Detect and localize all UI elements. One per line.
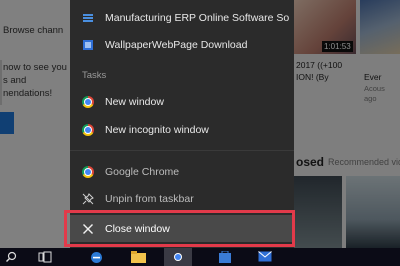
jump-list-item-new-window[interactable]: New window xyxy=(70,90,294,114)
chrome-icon xyxy=(82,166,94,178)
jump-list-item-pinned[interactable]: Manufacturing ERP Online Software So... xyxy=(70,6,294,30)
chrome-icon xyxy=(82,96,94,108)
page-icon xyxy=(83,40,93,50)
jump-list-item-new-incognito-window[interactable]: New incognito window xyxy=(70,118,294,142)
jump-list-item-unpin[interactable]: Unpin from taskbar xyxy=(70,187,294,211)
jump-list-label: WallpaperWebPage Download xyxy=(105,39,248,51)
taskbar xyxy=(0,248,400,266)
chrome-icon xyxy=(82,124,94,136)
tasks-header: Tasks xyxy=(82,70,107,81)
jump-list-label: Google Chrome xyxy=(105,166,180,178)
file-explorer-icon[interactable] xyxy=(131,251,146,263)
jump-list-label: New incognito window xyxy=(105,124,209,136)
edge-icon[interactable] xyxy=(90,251,103,264)
search-icon[interactable] xyxy=(5,251,17,263)
store-icon[interactable] xyxy=(218,251,232,263)
unpin-icon xyxy=(82,193,94,205)
list-icon xyxy=(83,14,93,22)
jump-list-item-google-chrome[interactable]: Google Chrome xyxy=(70,160,294,184)
mail-icon[interactable] xyxy=(258,251,272,262)
highlight-box xyxy=(64,210,295,247)
jump-list-item-pinned[interactable]: WallpaperWebPage Download xyxy=(70,33,294,57)
task-view-icon[interactable] xyxy=(38,251,52,263)
jump-list-label: Unpin from taskbar xyxy=(105,193,194,205)
jump-list-label: New window xyxy=(105,96,164,108)
jump-list-label: Manufacturing ERP Online Software So... xyxy=(105,12,290,24)
divider xyxy=(70,150,294,151)
